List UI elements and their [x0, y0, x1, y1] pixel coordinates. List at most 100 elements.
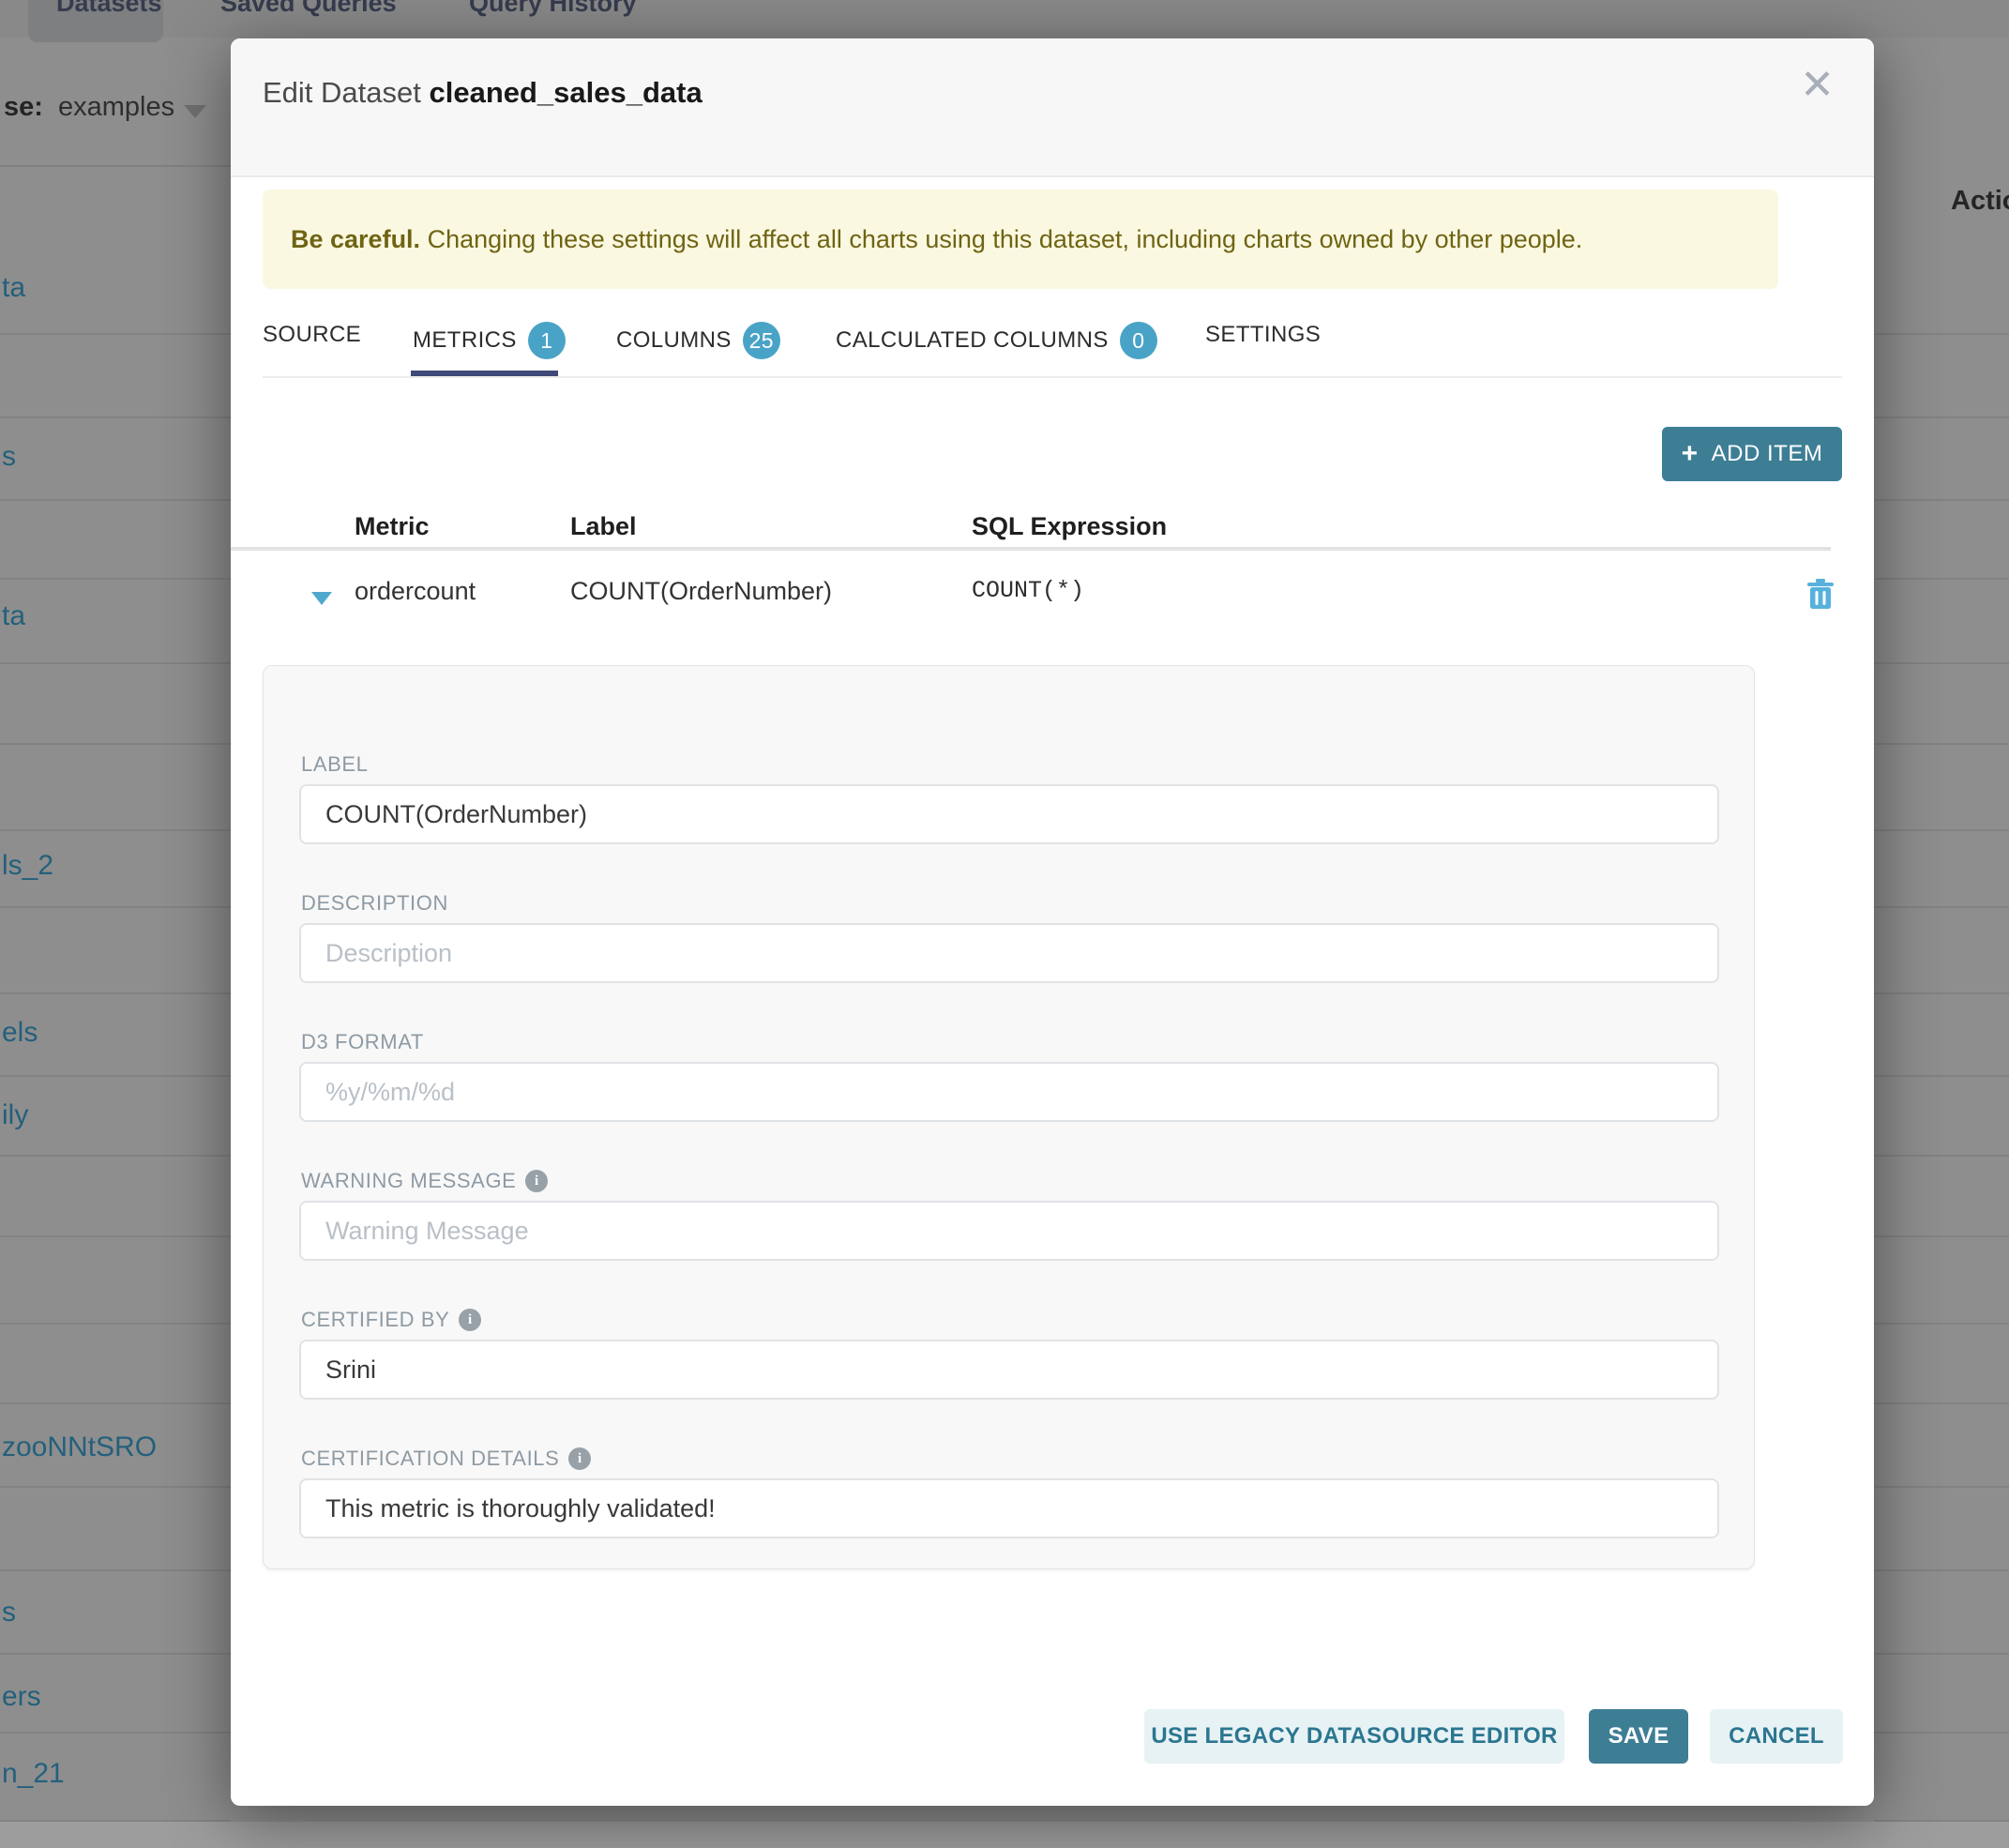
description-field-label: DESCRIPTION — [301, 891, 448, 916]
database-filter-value[interactable]: examples — [58, 92, 174, 123]
description-input[interactable] — [299, 923, 1719, 983]
actions-column-header: Actio — [1951, 186, 2009, 217]
tab-settings[interactable]: SETTINGS — [1205, 322, 1321, 348]
nav-tab-saved-queries[interactable]: Saved Queries — [220, 0, 397, 18]
row-divider — [1874, 417, 2009, 418]
column-header-sql-expression: SQL Expression — [972, 512, 1167, 541]
info-icon: i — [568, 1447, 591, 1470]
row-divider — [0, 1653, 231, 1655]
warning-message-field-label: WARNING MESSAGEi — [301, 1169, 548, 1193]
tab-calculated-columns[interactable]: CALCULATED COLUMNS0 — [836, 322, 1157, 359]
dataset-link-fragment[interactable]: ers — [2, 1681, 41, 1713]
tab-metrics[interactable]: METRICS1 — [413, 322, 566, 359]
dataset-link-fragment[interactable]: zooNNtSRO — [2, 1431, 157, 1463]
tab-source[interactable]: SOURCE — [263, 322, 361, 348]
nav-tab-datasets[interactable]: Datasets — [56, 0, 162, 18]
dataset-link-fragment[interactable]: els — [2, 1017, 38, 1049]
screen: Datasets Saved Queries Query History se:… — [0, 0, 2009, 1848]
certification-details-input[interactable] — [299, 1478, 1719, 1538]
row-divider — [0, 1732, 231, 1734]
row-divider — [1874, 1486, 2009, 1488]
modal-tab-bar: SOURCE METRICS1 COLUMNS25 CALCULATED COL… — [263, 292, 1842, 378]
row-divider — [0, 743, 231, 745]
modal-header: Edit Dataset cleaned_sales_data ✕ — [231, 38, 1874, 177]
certified-by-input[interactable] — [299, 1340, 1719, 1400]
background-pagination-strip — [0, 1822, 2009, 1848]
row-divider — [1874, 1732, 2009, 1734]
row-divider — [0, 333, 231, 335]
metric-name[interactable]: ordercount — [355, 577, 476, 606]
metric-detail-panel: LABEL DESCRIPTION D3 FORMAT WARNING MESS… — [263, 665, 1755, 1569]
info-icon: i — [525, 1170, 548, 1192]
row-divider — [1874, 1323, 2009, 1325]
active-tab-underline — [411, 371, 558, 376]
row-divider — [0, 1075, 231, 1077]
modal-title: Edit Dataset cleaned_sales_data — [263, 76, 702, 110]
use-legacy-datasource-editor-button[interactable]: USE LEGACY DATASOURCE EDITOR — [1144, 1709, 1564, 1764]
plus-icon: + — [1682, 440, 1699, 468]
metric-label: COUNT(OrderNumber) — [570, 577, 832, 606]
tab-columns[interactable]: COLUMNS25 — [616, 322, 780, 359]
row-divider — [1874, 1402, 2009, 1404]
database-filter-label: se: — [4, 92, 43, 123]
row-divider — [0, 662, 231, 664]
row-divider — [0, 1569, 231, 1571]
columns-count-badge: 25 — [743, 322, 780, 359]
cancel-button[interactable]: CANCEL — [1710, 1709, 1843, 1764]
dataset-link-fragment[interactable]: ily — [2, 1099, 28, 1131]
row-divider — [1874, 743, 2009, 745]
dataset-link-fragment[interactable]: s — [2, 1597, 16, 1628]
d3-format-field-label: D3 FORMAT — [301, 1030, 424, 1054]
row-divider — [1874, 578, 2009, 580]
row-divider — [1874, 1569, 2009, 1571]
row-divider — [0, 417, 231, 418]
divider — [0, 165, 231, 167]
row-divider — [1874, 499, 2009, 501]
row-divider — [0, 906, 231, 908]
row-divider — [1874, 1235, 2009, 1237]
add-item-button[interactable]: + ADD ITEM — [1662, 427, 1842, 481]
info-icon: i — [459, 1309, 481, 1331]
row-divider — [0, 829, 231, 831]
row-divider — [0, 499, 231, 501]
warning-banner-text: Be careful. Changing these settings will… — [291, 222, 1582, 256]
delete-metric-button[interactable] — [1806, 579, 1835, 615]
row-divider — [0, 1323, 231, 1325]
close-icon[interactable]: ✕ — [1800, 65, 1835, 106]
metrics-count-badge: 1 — [528, 322, 566, 359]
trash-icon — [1806, 579, 1835, 611]
dataset-link-fragment[interactable]: ls_2 — [2, 850, 53, 882]
row-divider — [1874, 992, 2009, 994]
d3-format-input[interactable] — [299, 1062, 1719, 1122]
edit-dataset-modal: Edit Dataset cleaned_sales_data ✕ Be car… — [231, 38, 1874, 1806]
row-divider — [0, 1235, 231, 1237]
row-divider — [1874, 662, 2009, 664]
save-button[interactable]: SAVE — [1589, 1709, 1688, 1764]
certified-by-field-label: CERTIFIED BYi — [301, 1308, 481, 1332]
background-top-nav: Datasets Saved Queries Query History — [0, 0, 2009, 38]
row-divider — [1874, 829, 2009, 831]
dataset-link-fragment[interactable]: ta — [2, 272, 25, 304]
row-divider — [1874, 906, 2009, 908]
dataset-link-fragment[interactable]: ta — [2, 600, 25, 632]
metric-sql-expression: COUNT(*) — [972, 577, 1084, 604]
calculated-columns-count-badge: 0 — [1120, 322, 1157, 359]
label-field-label: LABEL — [301, 752, 369, 777]
dataset-name: cleaned_sales_data — [429, 76, 702, 109]
table-header-divider — [231, 547, 1831, 551]
dataset-link-fragment[interactable]: s — [2, 441, 16, 473]
row-divider — [1874, 1653, 2009, 1655]
nav-tab-query-history[interactable]: Query History — [469, 0, 637, 18]
row-divider — [1874, 1075, 2009, 1077]
row-divider — [0, 578, 231, 580]
chevron-down-icon[interactable] — [184, 105, 206, 118]
column-header-label: Label — [570, 512, 637, 541]
collapse-caret-icon[interactable] — [311, 592, 332, 605]
row-divider — [0, 1155, 231, 1157]
row-divider — [1874, 1155, 2009, 1157]
warning-message-input[interactable] — [299, 1201, 1719, 1261]
warning-banner: Be careful. Changing these settings will… — [263, 189, 1778, 289]
label-input[interactable] — [299, 784, 1719, 844]
row-divider — [1874, 333, 2009, 335]
dataset-link-fragment[interactable]: n_21 — [2, 1758, 65, 1790]
